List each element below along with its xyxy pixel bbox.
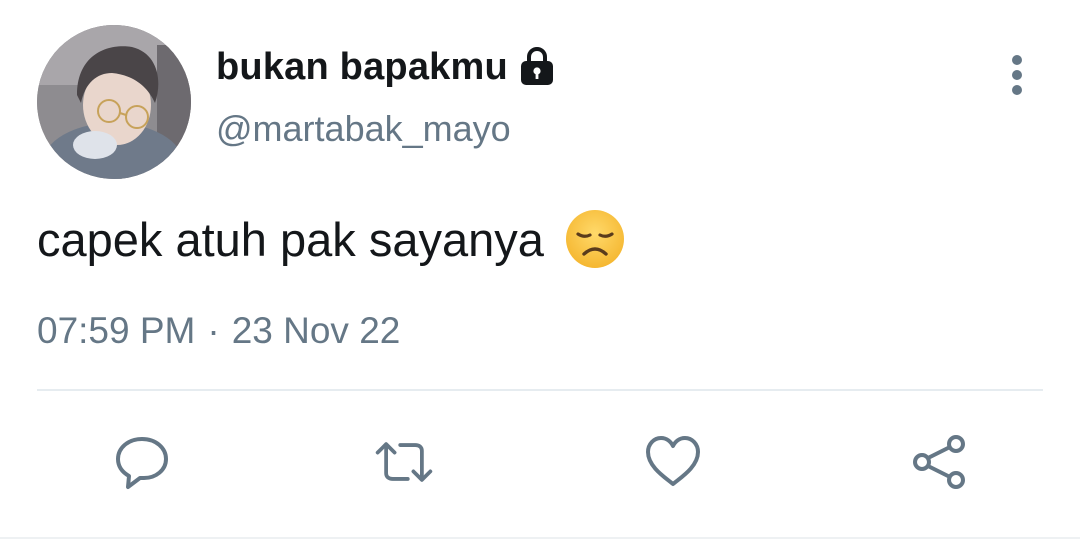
- share-button[interactable]: [907, 430, 971, 494]
- share-icon: [913, 435, 965, 489]
- like-button[interactable]: [641, 430, 705, 494]
- user-handle[interactable]: @martabak_mayo: [216, 108, 511, 150]
- divider: [37, 389, 1043, 391]
- tweet-timestamp[interactable]: 07:59 PM · 23 Nov 22: [37, 310, 400, 352]
- more-vertical-icon: [1012, 55, 1022, 95]
- avatar-image: [37, 25, 191, 179]
- lock-icon: [516, 46, 558, 88]
- tweet-time: 07:59 PM: [37, 310, 196, 351]
- reply-icon: [116, 437, 168, 489]
- reply-button[interactable]: [110, 430, 174, 494]
- retweet-button[interactable]: [372, 430, 436, 494]
- tweet-date: 23 Nov 22: [231, 310, 401, 351]
- user-name-row: bukan bapakmu: [216, 42, 558, 92]
- disappointed-face-emoji: [564, 208, 626, 270]
- avatar[interactable]: [37, 25, 191, 179]
- retweet-icon: [375, 442, 433, 482]
- timestamp-separator: ·: [207, 310, 220, 351]
- tweet-body: capek atuh pak sayanya: [37, 212, 544, 266]
- display-name[interactable]: bukan bapakmu: [216, 46, 508, 89]
- tweet-text: capek atuh pak sayanya: [37, 208, 626, 270]
- heart-icon: [646, 436, 700, 486]
- bottom-divider: [0, 537, 1080, 539]
- more-options-button[interactable]: [996, 52, 1038, 98]
